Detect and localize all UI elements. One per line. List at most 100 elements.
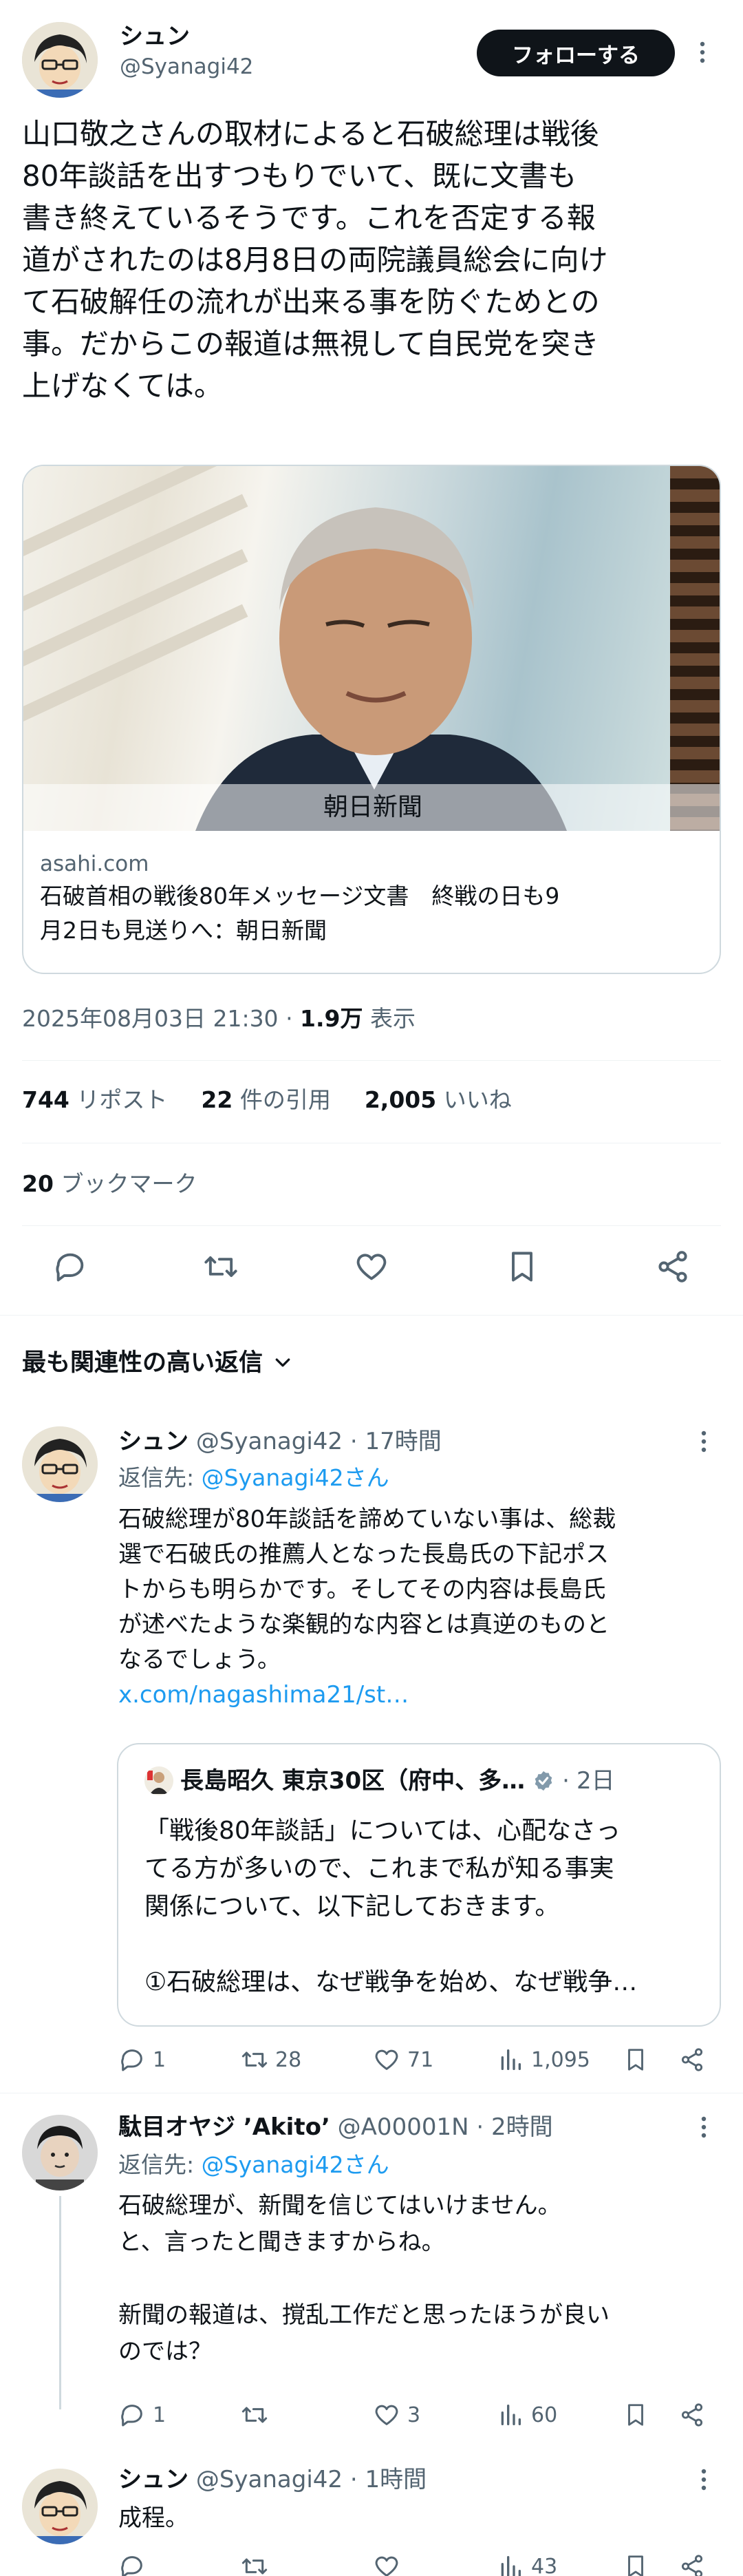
reply-time[interactable]: 1時間 <box>365 2466 427 2493</box>
chevron-down-icon <box>275 1358 290 1367</box>
portrait-photo <box>195 507 567 831</box>
repost-icon <box>241 2407 268 2423</box>
view-count[interactable]: 60 <box>497 2401 557 2429</box>
repost-icon[interactable] <box>200 1246 241 1287</box>
card-domain: asahi.com <box>40 852 149 876</box>
reply-sort-label: 最も関連性の高い返信 <box>22 1349 263 1377</box>
replying-to: 返信先: @Syanagi42さん <box>118 2151 389 2178</box>
quote-avatar <box>144 1766 173 1795</box>
heart-icon <box>375 2049 398 2070</box>
reply-actions: 1 28 71 1,095 <box>118 2040 710 2079</box>
repost-count[interactable] <box>241 2401 275 2429</box>
bookmark-icon[interactable] <box>622 2553 649 2576</box>
more-dots-icon[interactable] <box>693 2467 714 2492</box>
reply-author-handle[interactable]: @Syanagi42 <box>196 1428 343 1455</box>
reply-actions: 43 <box>118 2544 710 2576</box>
timestamp[interactable]: 2025年08月03日 21:30 <box>22 1005 279 1032</box>
quotes-stat[interactable]: 22 件の引用 <box>201 1086 330 1113</box>
avatar-cartoon-icon <box>22 2469 98 2544</box>
replying-to: 返信先: @Syanagi42さん <box>118 1464 389 1491</box>
reposts-stat[interactable]: 744 リポスト <box>22 1086 167 1113</box>
reply-avatar[interactable] <box>22 2115 98 2190</box>
views-chart-icon <box>501 2556 521 2576</box>
reply-icon <box>121 2405 142 2427</box>
replying-to-handle[interactable]: @Syanagi42さん <box>202 2151 389 2178</box>
more-dots-icon[interactable] <box>690 40 715 65</box>
reply-actions: 1 3 60 <box>118 2396 710 2434</box>
reply-author-name[interactable]: 駄目オヤジ ’Akito’ <box>118 2113 330 2141</box>
author-avatar[interactable] <box>22 22 98 98</box>
reply-count[interactable] <box>118 2553 153 2576</box>
quote-time: 2日 <box>576 1767 615 1795</box>
like-count[interactable] <box>373 2553 407 2576</box>
action-bar <box>22 1246 721 1294</box>
bookmarks-stat[interactable]: 20 ブックマーク <box>22 1163 197 1205</box>
link-card[interactable]: 朝日新聞 asahi.com 石破首相の戦後80年メッセージ文書 終戦の日も9 … <box>22 465 721 974</box>
bookmark-icon[interactable] <box>622 2046 649 2073</box>
reply-icon <box>121 2556 142 2576</box>
author-name[interactable]: シュン <box>120 21 253 52</box>
card-image[interactable]: 朝日新聞 <box>23 466 720 831</box>
reply-count[interactable]: 1 <box>118 2046 166 2073</box>
heart-icon <box>375 2556 398 2576</box>
reply-sort-selector[interactable]: 最も関連性の高い返信 <box>22 1342 293 1384</box>
reply-author-name[interactable]: シュン <box>118 2466 189 2493</box>
view-count[interactable]: 1,095 <box>497 2046 590 2073</box>
reply-header: シュン @Syanagi42 · 1時間 <box>118 2466 427 2493</box>
quote-text: 「戦後80年談話」については、心配なさっ てる方が多いので、これまで私が知る事実… <box>144 1817 638 1996</box>
bookmark-icon[interactable] <box>622 2401 649 2429</box>
timestamp-row: 2025年08月03日 21:30 · 1.9万 表示 <box>22 1005 416 1032</box>
view-count[interactable]: 43 <box>497 2553 557 2576</box>
views-label: 表示 <box>370 1005 416 1032</box>
reply-avatar[interactable] <box>22 2469 98 2544</box>
card-title: 石破首相の戦後80年メッセージ文書 終戦の日も9 月2日も見送りへ：朝日新聞 <box>40 883 560 944</box>
reply-text: 石破総理が80年談話を諦めていない事は、総裁 選で石破氏の推薦人となった長島氏の… <box>118 1502 724 1713</box>
share-icon[interactable] <box>678 2046 706 2073</box>
more-dots-icon[interactable] <box>693 2115 714 2140</box>
avatar-child-photo-icon <box>22 2115 98 2190</box>
avatar-cartoon-icon <box>22 1426 98 1502</box>
reply-text: 石破総理が、新聞を信じてはいけません。 と、言ったと聞きますからね。 新聞の報道… <box>118 2192 610 2365</box>
card-image-caption: 朝日新聞 <box>23 784 720 831</box>
quote-author-name: 長島昭久 東京30区（府中、多… <box>180 1767 526 1795</box>
thread-line <box>59 2196 61 2409</box>
reply-text: 成程。 <box>118 2504 189 2532</box>
repost-icon <box>241 2558 268 2575</box>
like-count[interactable]: 71 <box>373 2046 433 2073</box>
reply-avatar[interactable] <box>22 1426 98 1502</box>
reply-header: 駄目オヤジ ’Akito’ @A00001N · 2時間 <box>118 2113 553 2141</box>
reply-author-handle[interactable]: @Syanagi42 <box>196 2466 343 2493</box>
like-count[interactable]: 3 <box>373 2401 420 2429</box>
share-icon[interactable] <box>678 2553 706 2576</box>
reply-header: シュン @Syanagi42 · 17時間 <box>118 1428 442 1455</box>
repost-count[interactable]: 28 <box>241 2046 301 2073</box>
reply-count[interactable]: 1 <box>118 2401 166 2429</box>
views-chart-icon <box>501 2405 521 2425</box>
heart-icon <box>375 2405 398 2425</box>
reply-time[interactable]: 17時間 <box>365 1428 441 1455</box>
quote-header: 長島昭久 東京30区（府中、多… · 2日 <box>144 1764 615 1798</box>
verified-badge-icon <box>535 1771 552 1791</box>
quoted-tweet-card[interactable]: 長島昭久 東京30区（府中、多… · 2日 「戦後80年談話」については、心配な… <box>117 1743 721 2027</box>
avatar-cartoon-icon <box>22 22 98 98</box>
heart-icon[interactable] <box>351 1246 392 1287</box>
follow-button[interactable]: フォローする <box>477 30 675 76</box>
repost-icon <box>241 2051 268 2068</box>
more-dots-icon[interactable] <box>693 1429 714 1454</box>
share-icon[interactable] <box>652 1246 693 1287</box>
tweet-text: 山口敬之さんの取材によると石破総理は戦後 80年談話を出すつもりでいて、既に文書… <box>22 117 608 403</box>
repost-count[interactable] <box>241 2553 275 2576</box>
views-count: 1.9万 <box>300 1005 363 1032</box>
replying-to-handle[interactable]: @Syanagi42さん <box>202 1464 389 1491</box>
bookmark-icon[interactable] <box>502 1246 543 1287</box>
reply-author-handle[interactable]: @A00001N <box>338 2113 469 2141</box>
reply-time[interactable]: 2時間 <box>491 2113 553 2141</box>
views-chart-icon <box>501 2049 521 2070</box>
reply-link[interactable]: x.com/nagashima21/st… <box>118 1678 724 1713</box>
engagement-row: 744 リポスト 22 件の引用 2,005 いいね <box>22 1079 512 1121</box>
likes-stat[interactable]: 2,005 いいね <box>365 1086 512 1113</box>
author-handle[interactable]: @Syanagi42 <box>120 52 253 81</box>
reply-icon[interactable] <box>50 1246 91 1287</box>
reply-author-name[interactable]: シュン <box>118 1428 189 1455</box>
share-icon[interactable] <box>678 2401 706 2429</box>
